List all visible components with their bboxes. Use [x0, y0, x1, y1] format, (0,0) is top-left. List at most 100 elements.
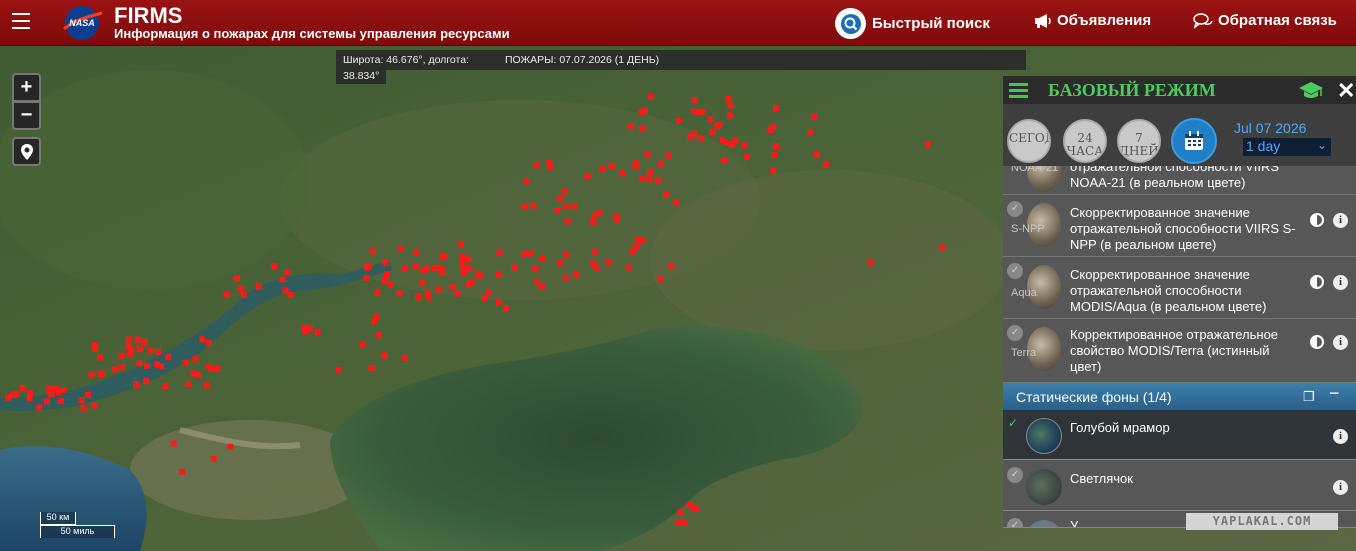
info-icon[interactable]: i [1333, 480, 1348, 495]
fire-marker[interactable] [574, 271, 580, 278]
fire-marker[interactable] [136, 360, 143, 367]
fire-marker[interactable] [722, 157, 728, 164]
zoom-out-button[interactable]: − [12, 101, 41, 130]
fire-marker[interactable] [539, 283, 546, 290]
fire-marker[interactable] [284, 269, 291, 276]
fire-marker[interactable] [810, 114, 817, 120]
fire-marker[interactable] [593, 264, 599, 271]
layer-checkbox[interactable]: ✓ [1007, 201, 1023, 217]
info-icon[interactable]: i [1333, 213, 1348, 228]
layer-checkbox[interactable]: ✓ [1007, 325, 1023, 341]
fire-marker[interactable] [162, 383, 169, 390]
fire-marker[interactable] [214, 365, 221, 372]
fire-marker[interactable] [126, 336, 133, 343]
fire-marker[interactable] [619, 170, 626, 177]
fire-marker[interactable] [223, 291, 230, 298]
fire-marker[interactable] [384, 271, 390, 278]
fire-marker[interactable] [397, 246, 404, 253]
layer-row-terra[interactable]: ✓ Terra Корректированное отражательное с… [1003, 319, 1356, 383]
fire-marker[interactable] [647, 168, 654, 175]
fire-marker[interactable] [554, 207, 561, 214]
fire-marker[interactable] [523, 178, 530, 185]
opacity-icon[interactable] [1310, 335, 1324, 349]
fire-marker[interactable] [431, 264, 438, 271]
fire-marker[interactable] [732, 137, 739, 144]
fire-marker[interactable] [92, 342, 99, 349]
menu-button[interactable] [12, 13, 30, 29]
fire-marker[interactable] [665, 152, 672, 159]
fire-marker[interactable] [584, 173, 591, 180]
fire-marker[interactable] [147, 347, 154, 354]
fire-marker[interactable] [605, 259, 612, 266]
fire-marker[interactable] [614, 216, 620, 223]
fire-marker[interactable] [206, 340, 212, 347]
fire-marker[interactable] [639, 125, 646, 132]
static-backgrounds-header[interactable]: Статические фоны (1/4) ❐ − [1003, 383, 1356, 410]
fire-marker[interactable] [693, 505, 700, 511]
layer-row-snpp[interactable]: ✓ S-NPP Скорректированное значение отраж… [1003, 195, 1356, 257]
fire-marker[interactable] [134, 336, 141, 343]
fire-marker[interactable] [695, 108, 702, 115]
fire-marker[interactable] [672, 199, 679, 205]
fire-marker[interactable] [592, 248, 599, 255]
fire-marker[interactable] [382, 277, 389, 284]
fire-marker[interactable] [556, 195, 563, 202]
today-button[interactable]: СЕГОДНЯ [1007, 119, 1051, 163]
fire-marker[interactable] [521, 203, 528, 210]
fire-marker[interactable] [625, 264, 632, 271]
fire-marker[interactable] [556, 259, 563, 266]
fire-marker[interactable] [533, 162, 540, 169]
fire-marker[interactable] [709, 129, 716, 135]
fire-marker[interactable] [438, 264, 445, 271]
info-icon[interactable]: i [1333, 429, 1348, 444]
background-checkbox[interactable]: ✓ [1007, 518, 1023, 527]
fire-marker[interactable] [208, 366, 215, 372]
fire-marker[interactable] [687, 134, 694, 140]
fire-marker[interactable] [502, 305, 509, 312]
fire-marker[interactable] [420, 267, 427, 274]
fire-marker[interactable] [27, 389, 34, 396]
fire-marker[interactable] [773, 143, 780, 149]
fire-marker[interactable] [772, 105, 779, 112]
close-icon[interactable]: ✕ [1337, 78, 1355, 104]
fire-marker[interactable] [648, 94, 655, 100]
fire-marker[interactable] [165, 354, 172, 361]
fire-marker[interactable] [450, 284, 457, 291]
fire-marker[interactable] [707, 116, 714, 123]
fire-marker[interactable] [20, 385, 26, 392]
fire-marker[interactable] [939, 244, 946, 251]
fire-marker[interactable] [460, 269, 467, 276]
fire-marker[interactable] [368, 364, 375, 371]
fire-marker[interactable] [271, 263, 278, 270]
fire-marker[interactable] [80, 404, 87, 411]
fire-marker[interactable] [668, 263, 675, 270]
fire-marker[interactable] [255, 283, 262, 290]
fire-marker[interactable] [192, 355, 199, 362]
fire-marker[interactable] [461, 256, 468, 263]
fire-marker[interactable] [369, 248, 376, 255]
fire-marker[interactable] [441, 253, 448, 260]
range-select[interactable]: 1 day ⌄ [1243, 138, 1331, 156]
fire-marker[interactable] [412, 248, 419, 255]
24-hours-button[interactable]: 24 ЧАСА [1063, 119, 1107, 163]
zoom-in-button[interactable]: + [12, 73, 41, 102]
fire-marker[interactable] [381, 352, 388, 359]
fire-marker[interactable] [496, 271, 502, 278]
fire-marker[interactable] [425, 294, 432, 301]
fire-marker[interactable] [363, 275, 370, 281]
fire-marker[interactable] [371, 318, 378, 325]
background-checkbox[interactable]: ✓ [1007, 467, 1023, 483]
fire-marker[interactable] [496, 299, 502, 306]
fire-marker[interactable] [237, 285, 244, 292]
fire-marker[interactable] [496, 250, 503, 257]
fire-marker[interactable] [634, 236, 641, 243]
fire-marker[interactable] [185, 381, 192, 388]
fire-marker[interactable] [528, 250, 535, 257]
minimize-icon[interactable]: − [1329, 383, 1340, 404]
fire-marker[interactable] [692, 97, 699, 104]
fire-marker[interactable] [725, 96, 732, 103]
fire-marker[interactable] [84, 391, 91, 398]
fire-marker[interactable] [401, 355, 408, 362]
fire-marker[interactable] [658, 160, 665, 167]
fire-marker[interactable] [387, 282, 394, 288]
